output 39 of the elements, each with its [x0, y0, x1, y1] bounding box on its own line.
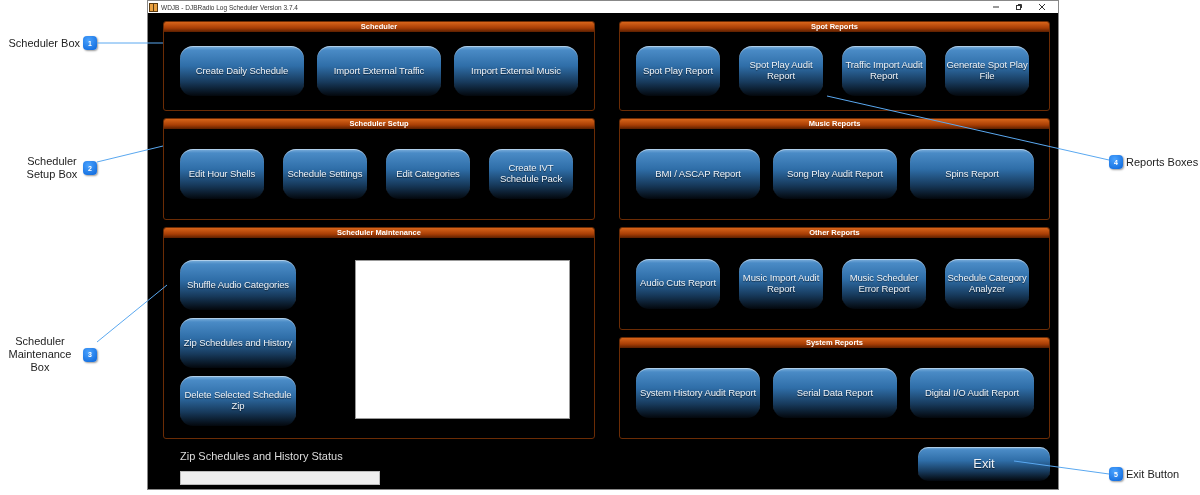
action-button[interactable]: Import External Music — [454, 46, 578, 96]
callout-label: Scheduler Maintenance Box — [7, 335, 73, 374]
action-button[interactable]: Digital I/O Audit Report — [910, 368, 1034, 418]
restore-icon[interactable] — [1015, 3, 1023, 11]
action-button[interactable]: Generate Spot Play File — [945, 46, 1029, 96]
action-button[interactable]: Song Play Audit Report — [773, 149, 897, 199]
action-button[interactable]: System History Audit Report — [636, 368, 760, 418]
close-icon[interactable] — [1038, 3, 1046, 11]
action-button[interactable]: BMI / ASCAP Report — [636, 149, 760, 199]
leader-line — [96, 42, 164, 44]
list-box[interactable] — [355, 260, 570, 419]
callout-label: Reports Boxes — [1126, 155, 1199, 169]
action-button[interactable]: Schedule Category Analyzer — [945, 258, 1029, 309]
action-button[interactable]: Serial Data Report — [773, 368, 897, 418]
action-button[interactable]: Spot Play Audit Report — [739, 46, 823, 96]
leader-line — [96, 284, 168, 343]
action-button[interactable]: Spot Play Report — [636, 46, 720, 96]
exit-button[interactable]: Exit — [918, 447, 1050, 481]
action-button[interactable]: Delete Selected Schedule Zip — [180, 376, 296, 426]
action-button[interactable]: Schedule Settings — [283, 149, 367, 199]
action-button[interactable]: Create IVT Schedule Pack — [489, 149, 573, 199]
callout-label: Scheduler Setup Box — [25, 155, 79, 181]
status-label: Zip Schedules and History Status — [180, 450, 343, 462]
action-button[interactable]: Edit Hour Shells — [180, 149, 264, 199]
action-button[interactable]: Music Import Audit Report — [739, 258, 823, 309]
action-button[interactable]: Create Daily Schedule — [180, 46, 304, 96]
leader-line — [96, 145, 164, 163]
app-logo-icon — [149, 2, 158, 12]
action-button[interactable]: Music Scheduler Error Report — [842, 258, 926, 309]
action-button[interactable]: Edit Categories — [386, 149, 470, 199]
action-button[interactable]: Import External Traffic — [317, 46, 441, 96]
action-button[interactable]: Traffic Import Audit Report — [842, 46, 926, 96]
action-button[interactable]: Audio Cuts Report — [636, 258, 720, 309]
action-button[interactable]: Zip Schedules and History — [180, 318, 296, 368]
callout-label: Scheduler Box — [8, 36, 80, 50]
action-button[interactable]: Spins Report — [910, 149, 1034, 199]
action-button[interactable]: Shuffle Audio Categories — [180, 260, 296, 310]
callout-label: Exit Button — [1126, 467, 1180, 481]
minimize-icon[interactable] — [992, 3, 1000, 11]
